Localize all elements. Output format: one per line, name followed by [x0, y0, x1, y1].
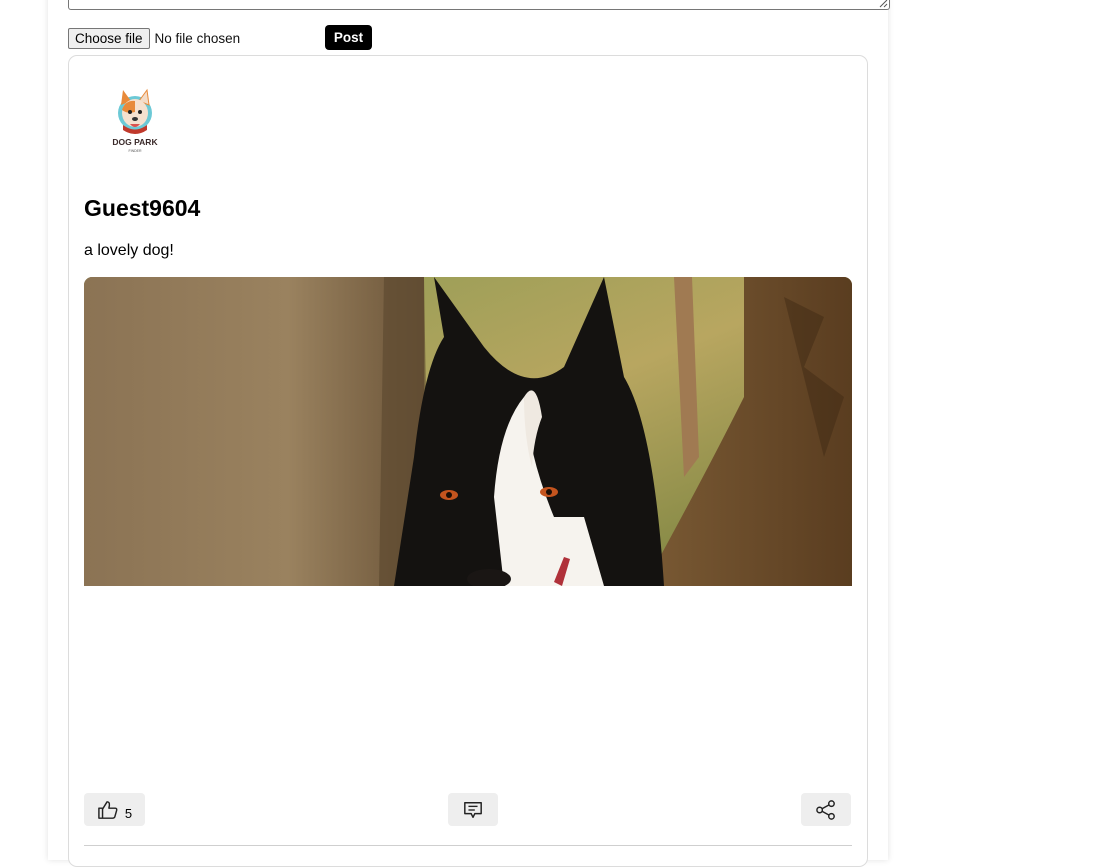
file-upload: Choose file No file chosen: [68, 27, 240, 49]
share-button[interactable]: [801, 793, 851, 826]
svg-text:FINDER: FINDER: [128, 149, 142, 153]
post-button[interactable]: Post: [325, 25, 372, 50]
card-divider: [84, 845, 852, 846]
post-textarea[interactable]: [68, 0, 890, 10]
like-button[interactable]: 5: [84, 793, 145, 826]
comment-button[interactable]: [448, 793, 498, 826]
thumbs-up-icon: [98, 800, 118, 819]
like-count: 5: [124, 806, 133, 821]
post-username: Guest9604: [84, 195, 201, 221]
post-card: DOG PARK FINDER Guest9604 a lovely dog!: [68, 55, 868, 867]
dog-park-logo: DOG PARK FINDER: [112, 88, 158, 153]
svg-text:DOG PARK: DOG PARK: [112, 137, 158, 147]
file-status-text: No file chosen: [154, 30, 241, 46]
resize-grip-icon[interactable]: [879, 0, 888, 8]
choose-file-button[interactable]: Choose file: [68, 27, 150, 49]
comment-icon: [464, 801, 482, 818]
post-photo[interactable]: [84, 277, 852, 586]
share-icon: [816, 799, 835, 820]
post-caption: a lovely dog!: [84, 242, 174, 259]
